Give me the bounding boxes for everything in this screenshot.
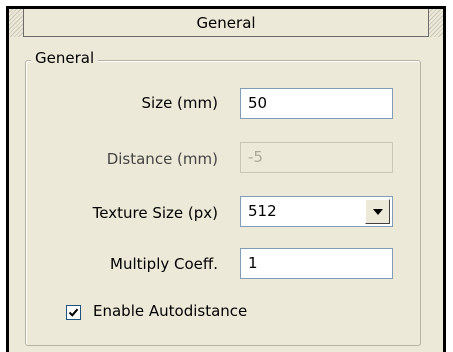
texture-size-value: 512 [248, 202, 277, 220]
dropdown-arrow-button[interactable] [365, 199, 390, 224]
multiply-coeff-label: Multiply Coeff. [110, 255, 218, 273]
distance-input: -5 [240, 142, 393, 173]
tab-general[interactable]: General [23, 9, 429, 37]
texture-size-label: Texture Size (px) [92, 204, 218, 222]
checkmark-icon [68, 308, 79, 317]
chevron-down-icon [372, 208, 383, 215]
enable-autodistance-checkbox[interactable] [66, 305, 81, 320]
hatch-decoration-left [9, 9, 23, 37]
groupbox-title: General [31, 49, 99, 67]
distance-label: Distance (mm) [106, 150, 218, 168]
enable-autodistance-label[interactable]: Enable Autodistance [93, 302, 247, 320]
texture-size-dropdown[interactable]: 512 [240, 196, 393, 227]
size-input[interactable]: 50 [240, 88, 393, 119]
hatch-decoration-right [429, 9, 443, 37]
size-label: Size (mm) [141, 94, 219, 112]
multiply-coeff-input[interactable]: 1 [240, 248, 393, 279]
